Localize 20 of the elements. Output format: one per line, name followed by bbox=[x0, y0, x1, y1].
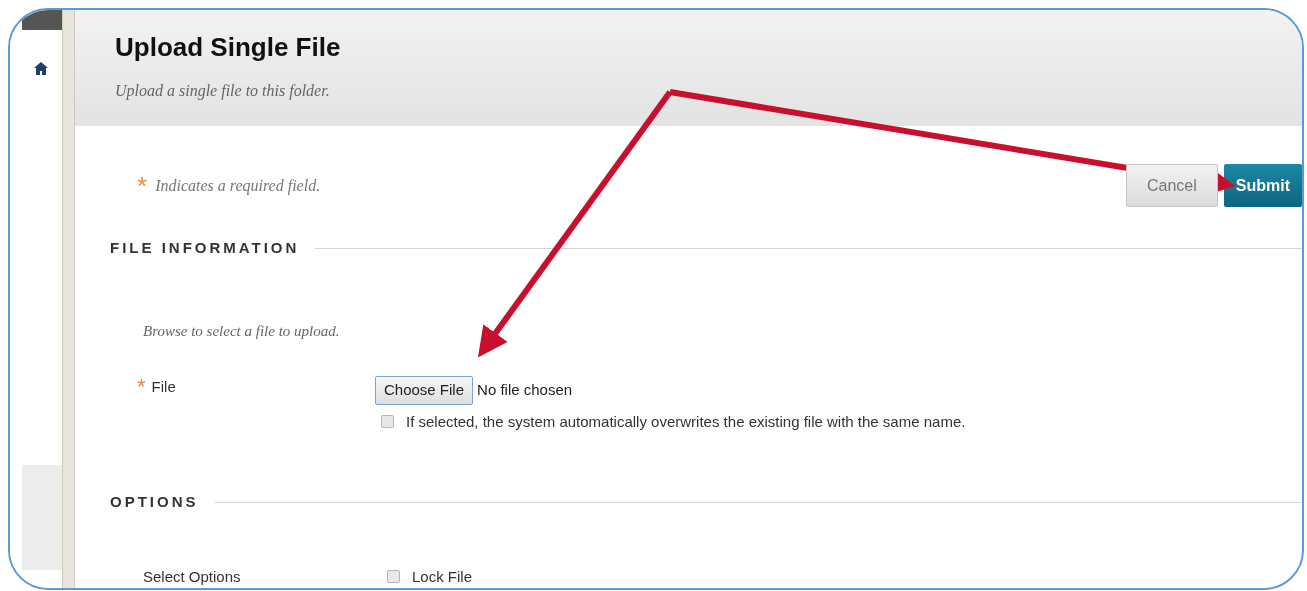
checkbox[interactable] bbox=[381, 415, 394, 429]
instructions-text: Browse to select a file to upload. bbox=[142, 321, 341, 341]
required-asterisk: * bbox=[137, 172, 148, 199]
field-label: File bbox=[151, 377, 176, 397]
checkbox-label: Lock File bbox=[412, 566, 473, 587]
required-note: Indicates a required field. bbox=[155, 175, 321, 197]
checkbox-label: If selected, the system automatically overwrites the existing file with the same name. bbox=[406, 411, 966, 432]
page-subtitle: Upload a single file to this folder. bbox=[115, 81, 331, 102]
required-asterisk: * bbox=[137, 376, 146, 398]
page-title: Upload Single File bbox=[115, 31, 342, 64]
section-heading: FILE INFORMATION bbox=[110, 238, 300, 258]
field-label: Select Options bbox=[143, 566, 242, 587]
file-status: No file chosen bbox=[477, 380, 573, 400]
choose-file-button[interactable]: Choose File bbox=[375, 376, 474, 405]
submit-button[interactable]: Submit bbox=[1223, 164, 1302, 207]
section-heading: OPTIONS bbox=[110, 492, 199, 512]
sidebar-top-bar bbox=[22, 10, 62, 30]
home-icon[interactable] bbox=[34, 62, 48, 75]
checkbox[interactable] bbox=[387, 570, 400, 584]
cancel-button[interactable]: Cancel bbox=[1125, 164, 1218, 207]
